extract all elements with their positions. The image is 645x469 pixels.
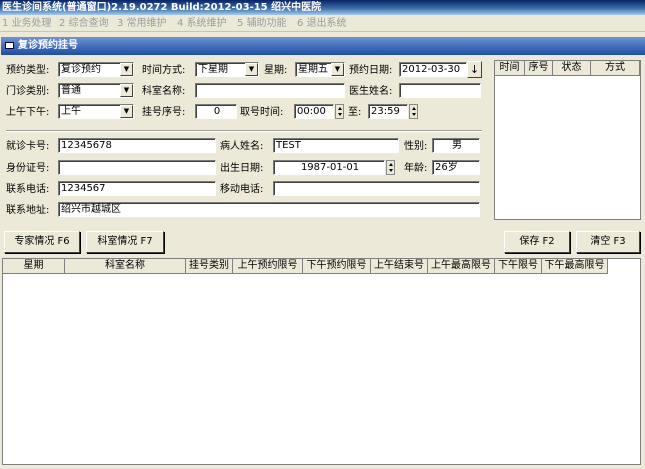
column-header[interactable]: 时间 <box>495 61 525 76</box>
menu-label: 退出系统 <box>306 18 347 29</box>
time-mode-label: 时间方式: <box>142 65 186 76</box>
down-arrow-icon[interactable]: ↓ <box>467 61 482 78</box>
fetch-time-label: 取号时间: <box>240 107 284 118</box>
column-header[interactable]: 上午结束号 <box>371 259 428 274</box>
appointment-date-field[interactable]: 2012-03-30 <box>399 62 467 77</box>
reg-seq-label: 挂号序号: <box>142 107 186 118</box>
column-header[interactable]: 下午限号 <box>495 259 542 274</box>
doctor-name-label: 医生姓名: <box>349 86 393 97</box>
chevron-down-icon[interactable]: ▼ <box>331 63 344 76</box>
appointment-type-value: 复诊预约 <box>61 64 101 75</box>
spinner-icon[interactable] <box>335 104 344 119</box>
column-header[interactable]: 挂号类别 <box>186 259 233 274</box>
chevron-down-icon[interactable]: ▼ <box>120 105 133 118</box>
menu-label: 系统维护 <box>186 18 227 29</box>
am-pm-select[interactable]: 上午 ▼ <box>58 104 134 119</box>
am-pm-label: 上午下午: <box>6 107 50 118</box>
menu-key: 6 <box>297 18 304 29</box>
address-input[interactable]: 绍兴市越城区 <box>58 202 480 217</box>
column-header[interactable]: 下午最高限号 <box>542 259 608 274</box>
appointment-type-label: 预约类型: <box>6 65 50 76</box>
age-input[interactable]: 26岁 <box>432 160 480 175</box>
expert-info-button[interactable]: 专家情况 F6 <box>4 231 80 253</box>
weekday-select[interactable]: 星期五 ▼ <box>295 62 345 77</box>
phone-label: 联系电话: <box>6 184 50 195</box>
menu-label: 辅助功能 <box>246 18 287 29</box>
fetch-time-from-input[interactable]: 00:00 <box>294 104 334 119</box>
weekday-value: 星期五 <box>298 64 328 75</box>
appointment-type-select[interactable]: 复诊预约 ▼ <box>58 62 134 77</box>
time-mode-value: 下星期 <box>198 64 228 75</box>
menubar: 1 业务处理 2 综合查询 3 常用维护 4 系统维护 5 辅助功能 6 退出系… <box>0 15 645 32</box>
clinic-type-select[interactable]: 普通 ▼ <box>58 83 134 98</box>
chevron-down-icon[interactable]: ▼ <box>120 63 133 76</box>
appointment-date-label: 预约日期: <box>349 65 393 76</box>
patient-name-input[interactable]: TEST <box>273 138 399 153</box>
doctor-name-input[interactable] <box>399 83 481 98</box>
menu-item-exit[interactable]: 6 退出系统 <box>297 15 347 32</box>
birth-date-input[interactable]: 1987-01-01 <box>273 160 385 175</box>
divider <box>6 130 482 132</box>
save-button[interactable]: 保存 F2 <box>504 231 570 253</box>
column-header[interactable]: 上午最高限号 <box>428 259 495 274</box>
column-header[interactable]: 科室名称 <box>65 259 186 274</box>
birth-date-label: 出生日期: <box>220 163 264 174</box>
mobile-label: 移动电话: <box>220 184 264 195</box>
department-schedule-grid[interactable]: 星期 科室名称 挂号类别 上午预约限号 下午预约限号 上午结束号 上午最高限号 … <box>2 258 641 465</box>
reg-seq-input[interactable]: 0 <box>195 104 237 119</box>
card-no-input[interactable]: 12345678 <box>58 138 216 153</box>
spinner-icon[interactable] <box>409 104 418 119</box>
id-no-label: 身份证号: <box>6 163 50 174</box>
chevron-down-icon[interactable]: ▼ <box>245 63 258 76</box>
clear-button[interactable]: 清空 F3 <box>576 231 640 253</box>
menu-key: 2 <box>59 18 66 29</box>
card-no-label: 就诊卡号: <box>6 141 50 152</box>
gender-label: 性别: <box>404 141 428 152</box>
department-name-label: 科室名称: <box>142 86 186 97</box>
column-header[interactable]: 上午预约限号 <box>233 259 303 274</box>
panel-title-bar: 复诊预约挂号 <box>1 37 645 55</box>
fetch-time-to-label: 至: <box>348 107 362 118</box>
dept-info-button[interactable]: 科室情况 F7 <box>86 231 164 253</box>
gender-input[interactable]: 男 <box>432 138 480 153</box>
clinic-type-value: 普通 <box>61 85 81 96</box>
menu-item-maintenance[interactable]: 3 常用维护 <box>117 15 167 32</box>
fetch-time-to-input[interactable]: 23:59 <box>368 104 408 119</box>
appointment-form: 预约类型: 复诊预约 ▼ 时间方式: 下星期 ▼ 星期: 星期五 ▼ 预约日期: 20… <box>2 56 492 224</box>
phone-input[interactable]: 1234567 <box>58 181 216 196</box>
menu-key: 4 <box>177 18 184 29</box>
chevron-down-icon[interactable]: ▼ <box>120 84 133 97</box>
schedule-grid[interactable]: 时间 序号 状态 方式 <box>494 60 641 220</box>
column-header[interactable]: 状态 <box>553 61 591 76</box>
mobile-input[interactable] <box>273 181 480 196</box>
column-header[interactable]: 方式 <box>591 61 640 76</box>
menu-key: 1 <box>2 18 9 29</box>
menu-item-business[interactable]: 1 业务处理 <box>2 15 52 32</box>
menu-item-tools[interactable]: 5 辅助功能 <box>237 15 287 32</box>
address-label: 联系地址: <box>6 205 50 216</box>
panel-title: 复诊预约挂号 <box>18 40 78 51</box>
weekday-label: 星期: <box>264 65 288 76</box>
menu-item-query[interactable]: 2 综合查询 <box>59 15 109 32</box>
menu-label: 常用维护 <box>126 18 167 29</box>
id-no-input[interactable] <box>58 160 216 175</box>
menu-key: 5 <box>237 18 244 29</box>
window-icon <box>5 41 14 49</box>
patient-name-label: 病人姓名: <box>220 141 264 152</box>
time-mode-select[interactable]: 下星期 ▼ <box>195 62 259 77</box>
department-name-input[interactable] <box>195 83 345 98</box>
am-pm-value: 上午 <box>61 106 81 117</box>
age-label: 年龄: <box>404 163 428 174</box>
column-header[interactable]: 序号 <box>525 61 553 76</box>
menu-item-system[interactable]: 4 系统维护 <box>177 15 227 32</box>
column-header[interactable]: 星期 <box>3 259 65 274</box>
menu-label: 综合查询 <box>68 18 109 29</box>
clinic-type-label: 门诊类别: <box>6 86 50 97</box>
spinner-icon[interactable] <box>386 160 395 175</box>
menu-key: 3 <box>117 18 124 29</box>
window-title: 医生诊间系统(普通窗口)2.19.0272 Build:2012-03-15 绍… <box>0 0 645 15</box>
menu-label: 业务处理 <box>11 18 52 29</box>
column-header[interactable]: 下午预约限号 <box>303 259 371 274</box>
